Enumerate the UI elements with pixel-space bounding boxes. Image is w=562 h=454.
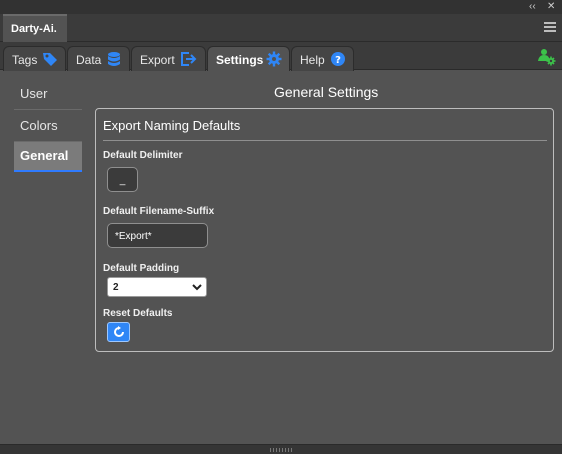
tab-label: Data bbox=[76, 53, 102, 67]
reset-defaults-button[interactable] bbox=[107, 322, 130, 342]
database-icon bbox=[106, 51, 122, 70]
panel-title-tab[interactable]: Darty-Ai. bbox=[3, 14, 67, 42]
sidebar-item-label: General bbox=[20, 148, 69, 163]
group-title: Export Naming Defaults bbox=[103, 118, 241, 133]
close-icon[interactable]: ✕ bbox=[547, 1, 555, 13]
suffix-value: *Export* bbox=[115, 231, 152, 242]
tab-settings[interactable]: Settings bbox=[207, 46, 290, 71]
sidebar-item-colors[interactable]: Colors bbox=[14, 112, 82, 142]
help-icon: ? bbox=[330, 51, 346, 70]
divider bbox=[103, 140, 547, 141]
reset-label: Reset Defaults bbox=[103, 308, 173, 319]
tab-label: Help bbox=[300, 53, 325, 67]
tag-icon bbox=[42, 51, 58, 70]
chevron-down-icon bbox=[192, 283, 202, 291]
delimiter-field[interactable]: _ bbox=[107, 167, 138, 192]
sidebar-item-label: Colors bbox=[20, 118, 58, 133]
user-gear-icon[interactable] bbox=[538, 48, 556, 66]
tab-label: Tags bbox=[12, 53, 38, 67]
suffix-field[interactable]: *Export* bbox=[107, 223, 208, 248]
gear-icon bbox=[266, 51, 282, 70]
sidebar-item-user[interactable]: User bbox=[14, 80, 82, 110]
hamburger-menu-icon[interactable] bbox=[544, 22, 556, 32]
double-chevron-left-icon[interactable]: ‹‹ bbox=[529, 1, 536, 13]
tab-help[interactable]: Help ? bbox=[291, 46, 354, 71]
tab-tags[interactable]: Tags bbox=[3, 46, 66, 71]
panel-title: Darty-Ai. bbox=[11, 23, 57, 35]
delimiter-value: _ bbox=[119, 175, 126, 186]
reset-icon bbox=[114, 326, 124, 337]
tab-data[interactable]: Data bbox=[67, 46, 130, 71]
window-chrome: ‹‹ ✕ bbox=[0, 0, 562, 14]
padding-label: Default Padding bbox=[103, 263, 180, 274]
page-title: General Settings bbox=[274, 84, 379, 100]
padding-select[interactable]: 2 bbox=[107, 277, 207, 297]
panel-titlebar: Darty-Ai. bbox=[0, 14, 562, 42]
svg-text:?: ? bbox=[335, 55, 341, 66]
suffix-label: Default Filename-Suffix bbox=[103, 206, 215, 217]
export-icon bbox=[180, 51, 198, 70]
padding-value: 2 bbox=[113, 282, 119, 293]
delimiter-label: Default Delimiter bbox=[103, 150, 183, 161]
tab-label: Settings bbox=[216, 53, 264, 67]
tab-bar: Tags Data Export Settings Help ? bbox=[0, 42, 562, 71]
sidebar-item-label: User bbox=[20, 86, 48, 101]
tab-export[interactable]: Export bbox=[131, 46, 206, 71]
sidebar-item-general[interactable]: General bbox=[14, 142, 82, 172]
tab-label: Export bbox=[140, 53, 175, 67]
resize-bar[interactable] bbox=[0, 444, 562, 454]
resize-grip-icon[interactable] bbox=[270, 448, 292, 452]
